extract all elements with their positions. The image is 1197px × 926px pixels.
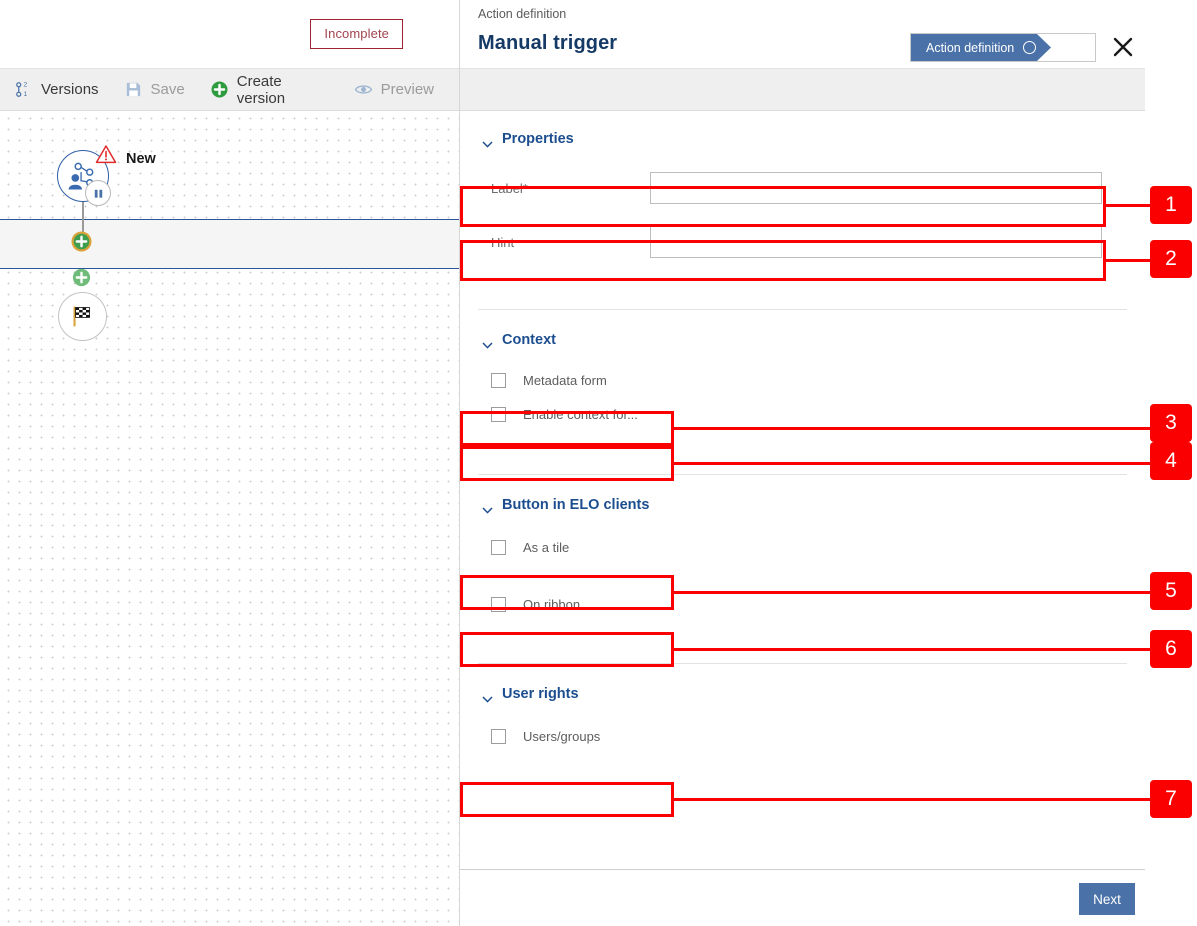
step-indicator-label: Action definition — [926, 40, 1015, 55]
workflow-node-start-label: New — [126, 151, 156, 167]
svg-text:1: 1 — [24, 91, 28, 98]
step-circle-icon — [1023, 41, 1036, 54]
users-groups-label: Users/groups — [523, 728, 601, 744]
footer-divider — [460, 869, 1145, 870]
as-a-tile-checkbox[interactable] — [491, 539, 506, 555]
chevron-down-icon — [482, 502, 493, 514]
checkbox-row-as-a-tile[interactable]: As a tile — [460, 530, 1145, 564]
toolbar-preview-button[interactable]: Preview — [354, 69, 447, 110]
label-input[interactable] — [650, 172, 1102, 204]
add-node-button-lower[interactable] — [71, 267, 92, 288]
field-row-label: Label* — [460, 166, 1145, 210]
checkbox-row-on-ribbon[interactable]: On ribbon — [460, 587, 1145, 621]
pause-badge — [85, 180, 111, 206]
save-icon — [124, 80, 143, 99]
versions-icon: 2 1 — [14, 80, 33, 99]
step-indicator[interactable]: Action definition — [910, 33, 1096, 62]
checkbox-row-enable-context[interactable]: Enable context for... — [460, 397, 1145, 431]
section-title-context: Context — [502, 332, 556, 348]
status-badge: Incomplete — [310, 19, 403, 49]
users-groups-checkbox[interactable] — [491, 728, 506, 744]
section-title-properties: Properties — [502, 131, 574, 147]
section-header-properties[interactable]: Properties — [460, 131, 1145, 148]
workflow-node-end[interactable] — [58, 292, 107, 341]
hint-input[interactable] — [650, 226, 1102, 258]
app-window: Incomplete 2 1 Versions Save Create vers… — [0, 0, 1197, 926]
workflow-panel: Incomplete 2 1 Versions Save Create vers… — [0, 0, 460, 926]
checkbox-row-metadata-form[interactable]: Metadata form — [460, 363, 1145, 397]
section-title-button-in-elo-clients: Button in ELO clients — [502, 497, 650, 513]
section-header-button-in-elo-clients[interactable]: Button in ELO clients — [460, 497, 1145, 514]
label-field-caption: Label* — [491, 180, 528, 196]
workflow-connector — [82, 202, 84, 234]
detail-footer: Next — [460, 869, 1145, 926]
toolbar-save-button[interactable]: Save — [124, 69, 198, 110]
field-row-hint: Hint — [460, 220, 1145, 264]
section-header-user-rights[interactable]: User rights — [460, 686, 1145, 703]
chevron-down-icon — [482, 136, 493, 148]
add-node-button-upper[interactable] — [71, 231, 92, 252]
detail-subheader-bar — [460, 68, 1145, 111]
left-topbar: Incomplete — [0, 0, 459, 68]
hint-field-caption: Hint — [491, 234, 515, 250]
enable-context-checkbox[interactable] — [491, 406, 506, 422]
warning-triangle-icon — [95, 144, 117, 164]
page-title: Manual trigger — [478, 32, 618, 54]
metadata-form-checkbox[interactable] — [491, 372, 506, 388]
on-ribbon-label: On ribbon — [523, 596, 581, 612]
section-title-user-rights: User rights — [502, 686, 579, 702]
workflow-canvas[interactable]: New — [0, 111, 459, 926]
plus-circle-icon — [210, 80, 229, 99]
toolbar-versions-button[interactable]: 2 1 Versions — [14, 69, 112, 110]
workflow-dropzone[interactable] — [0, 219, 459, 269]
workflow-toolbar: 2 1 Versions Save Create version Preview — [0, 68, 459, 111]
breadcrumb: Action definition — [478, 7, 567, 21]
as-a-tile-label: As a tile — [523, 539, 570, 555]
eye-icon — [354, 80, 373, 99]
next-button[interactable]: Next — [1079, 883, 1135, 915]
chevron-down-icon — [482, 691, 493, 703]
svg-text:2: 2 — [24, 82, 28, 89]
on-ribbon-checkbox[interactable] — [491, 596, 506, 612]
close-icon[interactable] — [1110, 34, 1136, 60]
toolbar-save-label: Save — [150, 81, 185, 98]
toolbar-create-version-label: Create version — [236, 72, 286, 107]
toolbar-versions-label: Versions — [41, 81, 99, 98]
checkbox-row-users-groups[interactable]: Users/groups — [460, 719, 1145, 753]
detail-header: Action definition Manual trigger Action … — [460, 0, 1145, 68]
section-header-context[interactable]: Context — [460, 332, 1145, 349]
toolbar-preview-label: Preview — [380, 81, 434, 98]
chevron-down-icon — [482, 337, 493, 349]
detail-form: Properties Label* Hint Context Metadata … — [460, 111, 1145, 753]
metadata-form-label: Metadata form — [523, 372, 607, 388]
enable-context-label: Enable context for... — [523, 406, 638, 422]
detail-panel: Action definition Manual trigger Action … — [460, 0, 1197, 926]
toolbar-create-version-button[interactable]: Create version — [210, 69, 342, 110]
checkered-flag-icon — [73, 306, 90, 327]
pause-icon — [94, 189, 102, 198]
